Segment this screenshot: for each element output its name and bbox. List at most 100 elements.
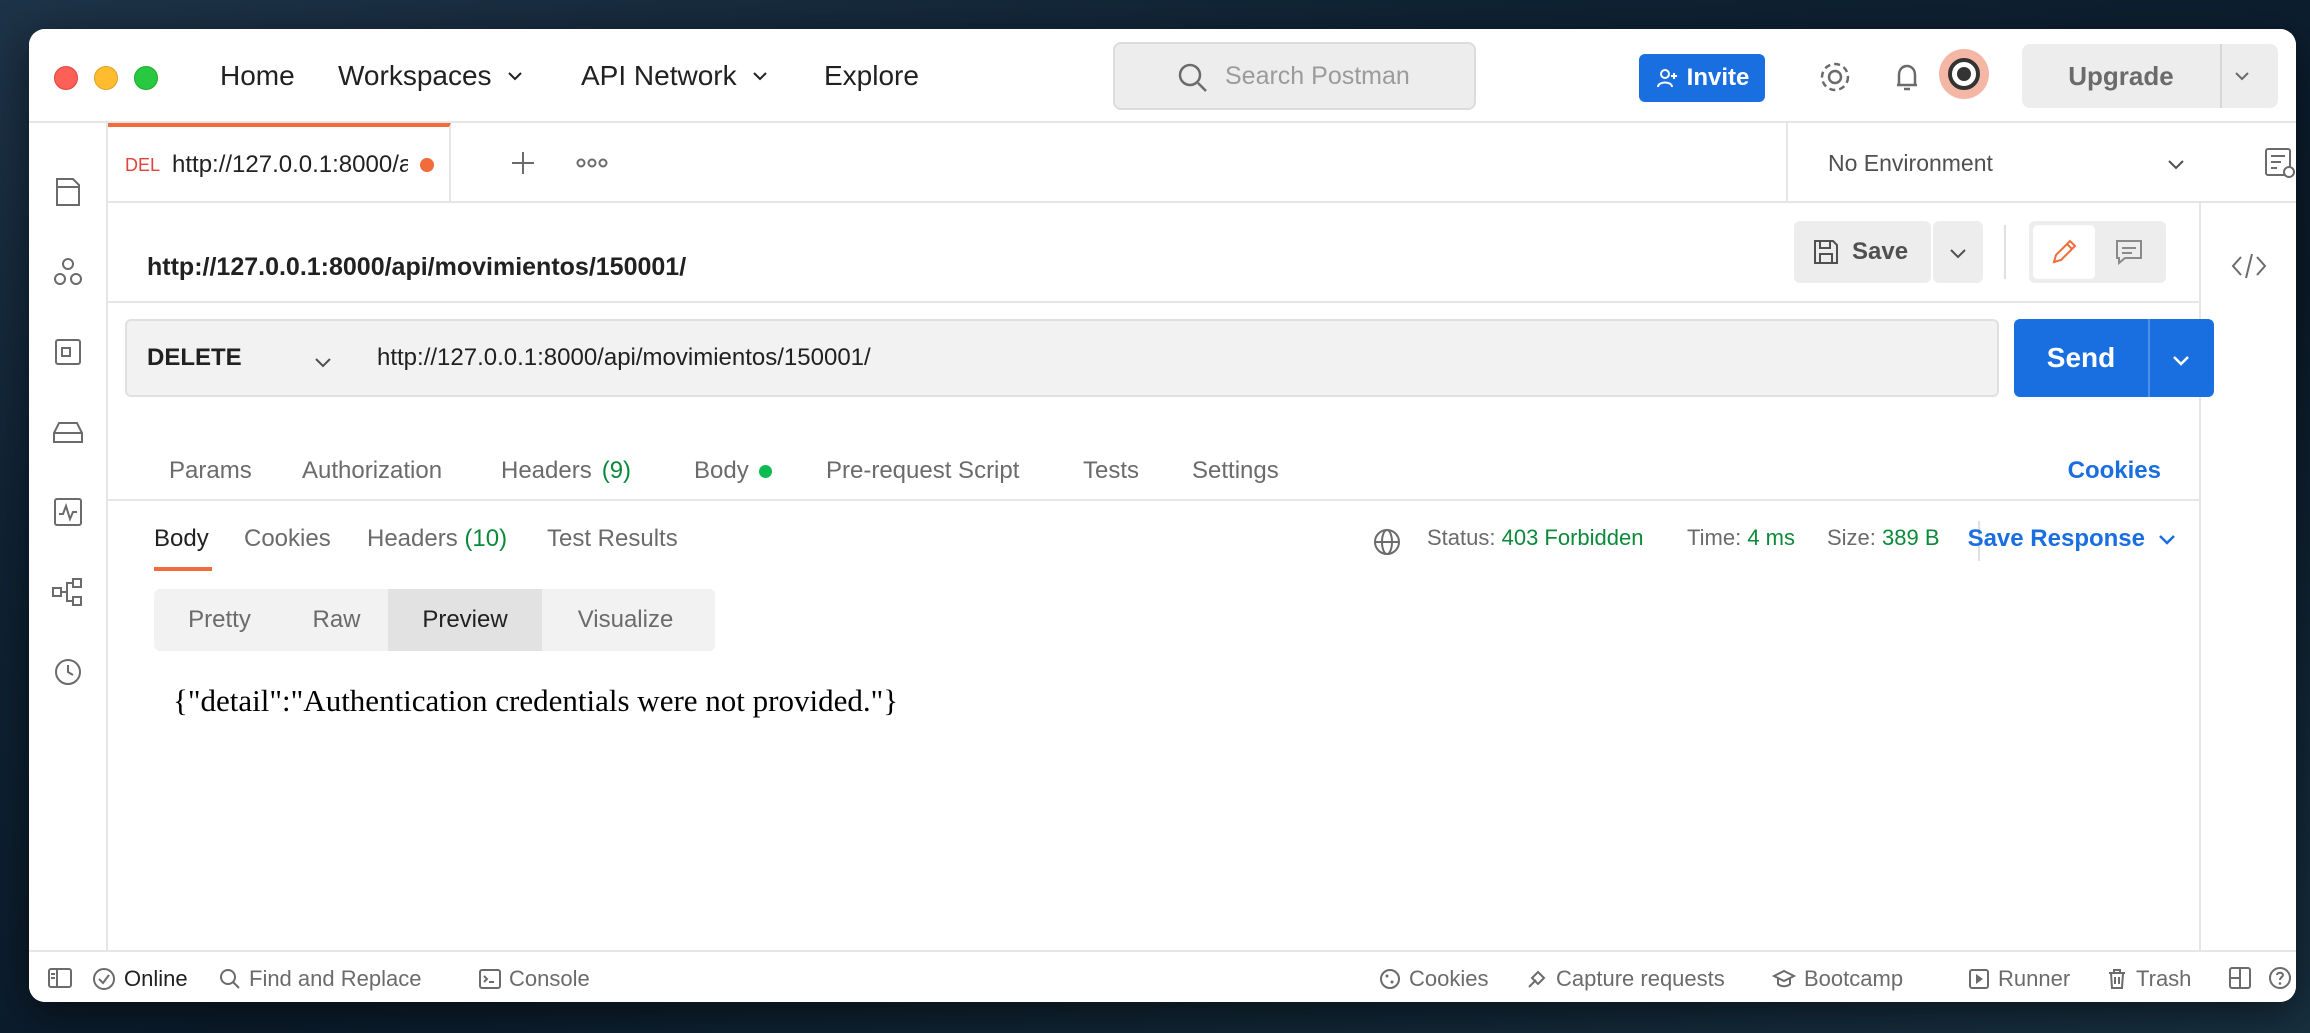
collections-icon[interactable] (51, 175, 85, 209)
size-value: 389 B (1882, 525, 1940, 550)
toggle-sidebar-icon[interactable] (47, 967, 73, 989)
send-button[interactable]: Send (2014, 319, 2214, 397)
view-preview-button[interactable]: Preview (388, 589, 542, 651)
tab-settings[interactable]: Settings (1192, 457, 1279, 485)
search-input[interactable]: Search Postman (1113, 42, 1476, 110)
monitors-icon[interactable] (51, 495, 85, 529)
response-tab-body[interactable]: Body (154, 525, 209, 553)
nav-api-network[interactable]: API Network (581, 29, 769, 123)
globe-icon[interactable] (1372, 527, 1402, 557)
chevron-down-icon (507, 72, 522, 81)
code-snippet-icon[interactable] (2231, 251, 2267, 281)
gear-icon[interactable] (1817, 59, 1853, 95)
tab-body[interactable]: Body (694, 457, 772, 485)
headers-count: (9) (601, 457, 632, 484)
invite-button[interactable]: Invite (1639, 54, 1765, 102)
nav-explore[interactable]: Explore (824, 29, 919, 123)
plus-icon[interactable] (508, 148, 538, 178)
history-icon[interactable] (51, 655, 85, 689)
body-indicator-dot (758, 464, 772, 478)
tab-prerequest-label: Pre-request Script (826, 457, 1020, 484)
chevron-down-icon[interactable] (2232, 66, 2252, 86)
runner-button[interactable]: Runner (1968, 966, 2070, 992)
tab-body-label: Body (694, 457, 749, 484)
capture-icon (1528, 970, 1546, 988)
divider (108, 301, 2199, 303)
upgrade-label: Upgrade (2068, 60, 2174, 91)
find-replace-button[interactable]: Find and Replace (219, 966, 421, 992)
console-button[interactable]: Console (479, 966, 590, 992)
url-input[interactable]: http://127.0.0.1:8000/api/movimientos/15… (355, 319, 1999, 397)
response-tab-test-results[interactable]: Test Results (547, 525, 678, 553)
tab-prerequest-script[interactable]: Pre-request Script (826, 457, 1019, 485)
response-status[interactable]: Status: 403 Forbidden (1427, 525, 1644, 551)
upgrade-button[interactable]: Upgrade (2022, 44, 2278, 108)
mock-servers-icon[interactable] (51, 415, 85, 449)
avatar[interactable] (1939, 49, 1989, 99)
status-label: Status: (1427, 525, 1496, 550)
tab-params-label: Params (169, 457, 252, 484)
two-pane-view-icon[interactable] (2228, 966, 2252, 990)
nav-home[interactable]: Home (220, 29, 295, 123)
tab-headers-label: Headers (501, 457, 592, 484)
play-icon (1969, 969, 1989, 989)
view-raw-button[interactable]: Raw (285, 589, 388, 651)
edit-mode-button[interactable] (2033, 225, 2095, 279)
tab-headers[interactable]: Headers (9) (501, 457, 631, 485)
request-tab[interactable]: DEL http://127.0.0.1:8000/api/movimiento… (108, 123, 451, 203)
environment-selector[interactable]: No Environment (1786, 123, 2234, 203)
view-pretty-button[interactable]: Pretty (154, 589, 285, 651)
chevron-down-icon (2168, 160, 2184, 170)
request-tabs: Params Authorization Headers (9) Body Pre… (108, 447, 2199, 501)
zoom-window-button[interactable] (134, 66, 158, 90)
environments-icon[interactable] (51, 335, 85, 369)
save-button[interactable]: Save (1794, 221, 1931, 283)
search-icon (1178, 63, 1207, 92)
bootcamp-label: Bootcamp (1804, 966, 1904, 991)
size-label: Size: (1827, 525, 1876, 550)
more-options-icon[interactable] (576, 155, 608, 171)
tab-authorization[interactable]: Authorization (302, 457, 442, 485)
response-tab-cookies[interactable]: Cookies (244, 525, 331, 553)
chevron-down-icon[interactable] (2171, 350, 2191, 370)
method-select[interactable]: DELETE (125, 319, 357, 397)
response-time[interactable]: Time: 4 ms (1687, 525, 1795, 551)
response-headers-label: Headers (367, 525, 458, 552)
tab-authorization-label: Authorization (302, 457, 443, 484)
runner-label: Runner (1998, 966, 2071, 991)
cookies-link[interactable]: Cookies (2068, 457, 2161, 485)
close-window-button[interactable] (54, 66, 78, 90)
divider (2220, 44, 2222, 108)
cookies-button[interactable]: Cookies (1379, 966, 1488, 992)
help-icon[interactable] (2268, 966, 2292, 990)
tab-params[interactable]: Params (169, 457, 252, 485)
astronaut-avatar-icon (1948, 58, 1980, 90)
apis-icon[interactable] (51, 255, 85, 289)
time-label: Time: (1687, 525, 1742, 550)
response-size[interactable]: Size: 389 B (1827, 525, 1940, 551)
capture-requests-button[interactable]: Capture requests (1526, 966, 1725, 992)
environment-quick-look-icon[interactable] (2262, 145, 2296, 181)
flows-icon[interactable] (51, 575, 85, 609)
bell-icon[interactable] (1889, 59, 1925, 95)
save-response-button[interactable]: Save Response (1968, 525, 2177, 553)
bootcamp-button[interactable]: Bootcamp (1772, 966, 1903, 992)
online-status[interactable]: Online (92, 966, 188, 992)
left-sidebar (29, 123, 108, 950)
trash-button[interactable]: Trash (2106, 966, 2191, 992)
view-visualize-button[interactable]: Visualize (542, 589, 709, 651)
comment-icon[interactable] (2114, 238, 2144, 266)
request-title[interactable]: http://127.0.0.1:8000/api/movimientos/15… (147, 253, 686, 282)
nav-workspaces[interactable]: Workspaces (338, 29, 524, 123)
chevron-down-icon (752, 72, 767, 81)
invite-label: Invite (1686, 64, 1750, 91)
trash-label: Trash (2136, 966, 2192, 991)
minimize-window-button[interactable] (94, 66, 118, 90)
time-value: 4 ms (1747, 525, 1795, 550)
save-options-button[interactable] (1933, 221, 1983, 283)
response-view-toggle: Pretty Raw Preview Visualize (154, 589, 715, 651)
console-icon (479, 969, 501, 989)
response-tab-headers[interactable]: Headers (10) (367, 525, 507, 553)
tab-tests[interactable]: Tests (1083, 457, 1139, 485)
environment-label: No Environment (1828, 149, 1993, 176)
